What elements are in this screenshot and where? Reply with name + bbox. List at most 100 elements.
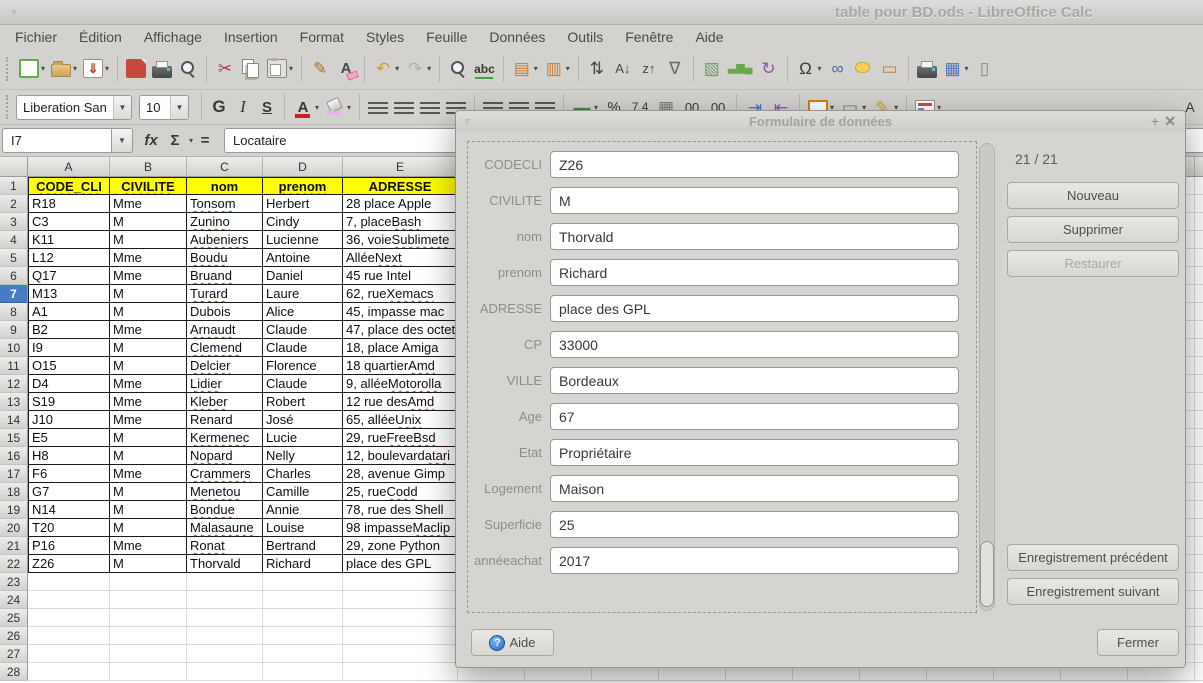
dialog-close-icon[interactable]: ✕: [1164, 113, 1176, 130]
copy-button[interactable]: [238, 54, 264, 84]
dropdown-arrow-icon[interactable]: ▾: [41, 64, 45, 73]
toolbar-grip[interactable]: [6, 95, 10, 119]
cell-D14[interactable]: José: [263, 411, 343, 429]
cell-Q27[interactable]: [1195, 645, 1203, 663]
cell-E8[interactable]: 45, impasse mac: [343, 303, 458, 321]
cell-B26[interactable]: [110, 627, 187, 645]
italic-button[interactable]: I: [231, 94, 255, 120]
cell-A12[interactable]: D4: [28, 375, 110, 393]
cell-B23[interactable]: [110, 573, 187, 591]
cell-C15[interactable]: Kermenec: [187, 429, 263, 447]
cell-Q23[interactable]: [1195, 573, 1203, 591]
row-header-6[interactable]: 6: [0, 267, 28, 285]
dropdown-arrow-icon[interactable]: ▾: [395, 64, 399, 73]
menu-format[interactable]: Format: [289, 26, 355, 48]
menu-feuille[interactable]: Feuille: [415, 26, 478, 48]
cell-D12[interactable]: Claude: [263, 375, 343, 393]
cell-B3[interactable]: M: [110, 213, 187, 231]
cell-A23[interactable]: [28, 573, 110, 591]
cell-D13[interactable]: Robert: [263, 393, 343, 411]
sort-button[interactable]: ⇅: [584, 54, 610, 84]
row-header-11[interactable]: 11: [0, 357, 28, 375]
menu-aide[interactable]: Aide: [684, 26, 734, 48]
cell-E22[interactable]: place des GPL: [343, 555, 458, 573]
cell-D6[interactable]: Daniel: [263, 267, 343, 285]
cell-Q13[interactable]: [1195, 393, 1203, 411]
row-header-5[interactable]: 5: [0, 249, 28, 267]
cell-Q3[interactable]: [1195, 213, 1203, 231]
special-character-button[interactable]: Ω▾: [793, 54, 825, 84]
cell-A6[interactable]: Q17: [28, 267, 110, 285]
font-name-combo[interactable]: ▼: [16, 95, 132, 120]
row-header-7[interactable]: 7: [0, 285, 28, 303]
row-header-17[interactable]: 17: [0, 465, 28, 483]
equals-icon[interactable]: =: [193, 128, 217, 154]
menu-fentre[interactable]: Fenêtre: [614, 26, 684, 48]
cell-C13[interactable]: Kleber: [187, 393, 263, 411]
print-preview-button[interactable]: [175, 54, 201, 84]
enregistrement-precedent-button[interactable]: Enregistrement précédent: [1007, 544, 1179, 571]
cell-E18[interactable]: 25, rue Codd: [343, 483, 458, 501]
fermer-button[interactable]: Fermer: [1097, 629, 1179, 656]
row-header-25[interactable]: 25: [0, 609, 28, 627]
cell-D11[interactable]: Florence: [263, 357, 343, 375]
font-size-input[interactable]: [140, 97, 170, 118]
menu-dition[interactable]: Édition: [68, 26, 133, 48]
menu-affichage[interactable]: Affichage: [133, 26, 213, 48]
cell-E11[interactable]: 18 quartier Amd: [343, 357, 458, 375]
font-name-input[interactable]: [17, 97, 113, 118]
cell-E6[interactable]: 45 rue Intel: [343, 267, 458, 285]
cell-B12[interactable]: Mme: [110, 375, 187, 393]
cut-button[interactable]: ✂: [212, 54, 238, 84]
cell-C22[interactable]: Thorvald: [187, 555, 263, 573]
cell-C4[interactable]: Aubeniers: [187, 231, 263, 249]
cell-Q11[interactable]: [1195, 357, 1203, 375]
cell-B13[interactable]: Mme: [110, 393, 187, 411]
align-center-button[interactable]: [391, 92, 417, 122]
field-adresse-input[interactable]: [550, 295, 959, 322]
cell-B10[interactable]: M: [110, 339, 187, 357]
cell-D21[interactable]: Bertrand: [263, 537, 343, 555]
sort-descending-button[interactable]: z↑: [636, 54, 662, 84]
cell-B11[interactable]: M: [110, 357, 187, 375]
row-header-16[interactable]: 16: [0, 447, 28, 465]
cell-D22[interactable]: Richard: [263, 555, 343, 573]
cell-D16[interactable]: Nelly: [263, 447, 343, 465]
cell-Q26[interactable]: [1195, 627, 1203, 645]
cell-D20[interactable]: Louise: [263, 519, 343, 537]
dropdown-arrow-icon[interactable]: ▾: [818, 64, 822, 73]
dropdown-arrow-icon[interactable]: ▾: [965, 64, 969, 73]
cell-A25[interactable]: [28, 609, 110, 627]
cell-Q10[interactable]: [1195, 339, 1203, 357]
dropdown-arrow-icon[interactable]: ▾: [105, 64, 109, 73]
dropdown-arrow-icon[interactable]: ▾: [534, 64, 538, 73]
cell-Q12[interactable]: [1195, 375, 1203, 393]
cell-Q1[interactable]: [1195, 177, 1203, 195]
cell-A28[interactable]: [28, 663, 110, 681]
row-header-1[interactable]: 1: [0, 177, 28, 195]
cell-C16[interactable]: Nopard: [187, 447, 263, 465]
field-codecli-input[interactable]: [550, 151, 959, 178]
cell-C6[interactable]: Bruand: [187, 267, 263, 285]
font-color-button[interactable]: A▾: [290, 92, 322, 122]
cell-E25[interactable]: [343, 609, 458, 627]
cell-B7[interactable]: M: [110, 285, 187, 303]
dialog-shade-icon[interactable]: ▿: [465, 116, 470, 127]
cell-A20[interactable]: T20: [28, 519, 110, 537]
cell-A9[interactable]: B2: [28, 321, 110, 339]
cell-Q7[interactable]: [1195, 285, 1203, 303]
row-header-27[interactable]: 27: [0, 645, 28, 663]
col-header-A[interactable]: A: [28, 157, 110, 177]
freeze-panes-button[interactable]: ▦▾: [940, 54, 972, 84]
cell-B9[interactable]: Mme: [110, 321, 187, 339]
field-etat-input[interactable]: [550, 439, 959, 466]
cell-A21[interactable]: P16: [28, 537, 110, 555]
cell-E19[interactable]: 78, rue des Shell: [343, 501, 458, 519]
align-left-button[interactable]: [365, 92, 391, 122]
dropdown-arrow-icon[interactable]: ▾: [289, 64, 293, 73]
cell-C14[interactable]: Renard: [187, 411, 263, 429]
cell-C28[interactable]: [187, 663, 263, 681]
cell-D25[interactable]: [263, 609, 343, 627]
cell-E4[interactable]: 36, voie Sublimete: [343, 231, 458, 249]
row-header-3[interactable]: 3: [0, 213, 28, 231]
